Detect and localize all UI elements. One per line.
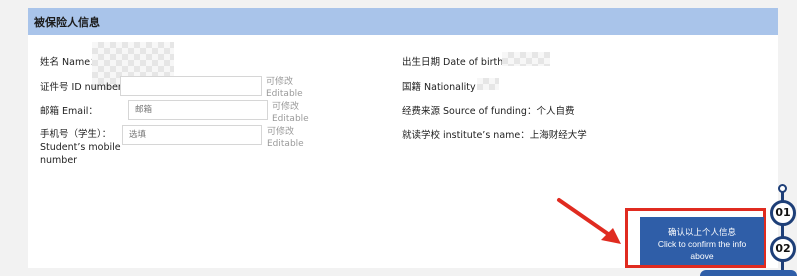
dob-value-redacted [502,52,550,66]
dob-label: 出生日期 Date of birth： [402,57,513,68]
confirm-info-button[interactable]: 确认以上个人信息 Click to confirm the info above [640,217,764,265]
email-input[interactable] [128,100,268,120]
mobile-editable-hint: 可修改 Editable [267,127,304,149]
rail-top-dot [778,184,787,193]
step-01[interactable]: 01 [770,200,796,226]
email-label: 邮箱 Email： [40,106,98,117]
mobile-input[interactable] [122,125,262,145]
funding-label: 经费来源 Source of funding：个人自费 [402,106,575,117]
email-editable-hint: 可修改 Editable [272,102,309,124]
mobile-label: 手机号（学生）： Student’s mobile number [40,129,121,166]
panel-header: 被保险人信息 [28,8,778,35]
institute-label: 就读学校 institute’s name：上海财经大学 [402,130,587,141]
name-label: 姓名 Name： [40,57,100,68]
nationality-value-redacted [477,78,499,90]
id-number-input[interactable] [120,76,262,96]
id-number-label: 证件号 ID number： [40,82,132,93]
panel-title: 被保险人信息 [34,16,100,29]
red-arrow-icon [557,198,621,244]
next-button-edge[interactable] [700,270,797,276]
step-02[interactable]: 02 [770,236,796,262]
nationality-label: 国籍 Nationality： [402,82,486,93]
id-editable-hint: 可修改 Editable [266,77,303,99]
